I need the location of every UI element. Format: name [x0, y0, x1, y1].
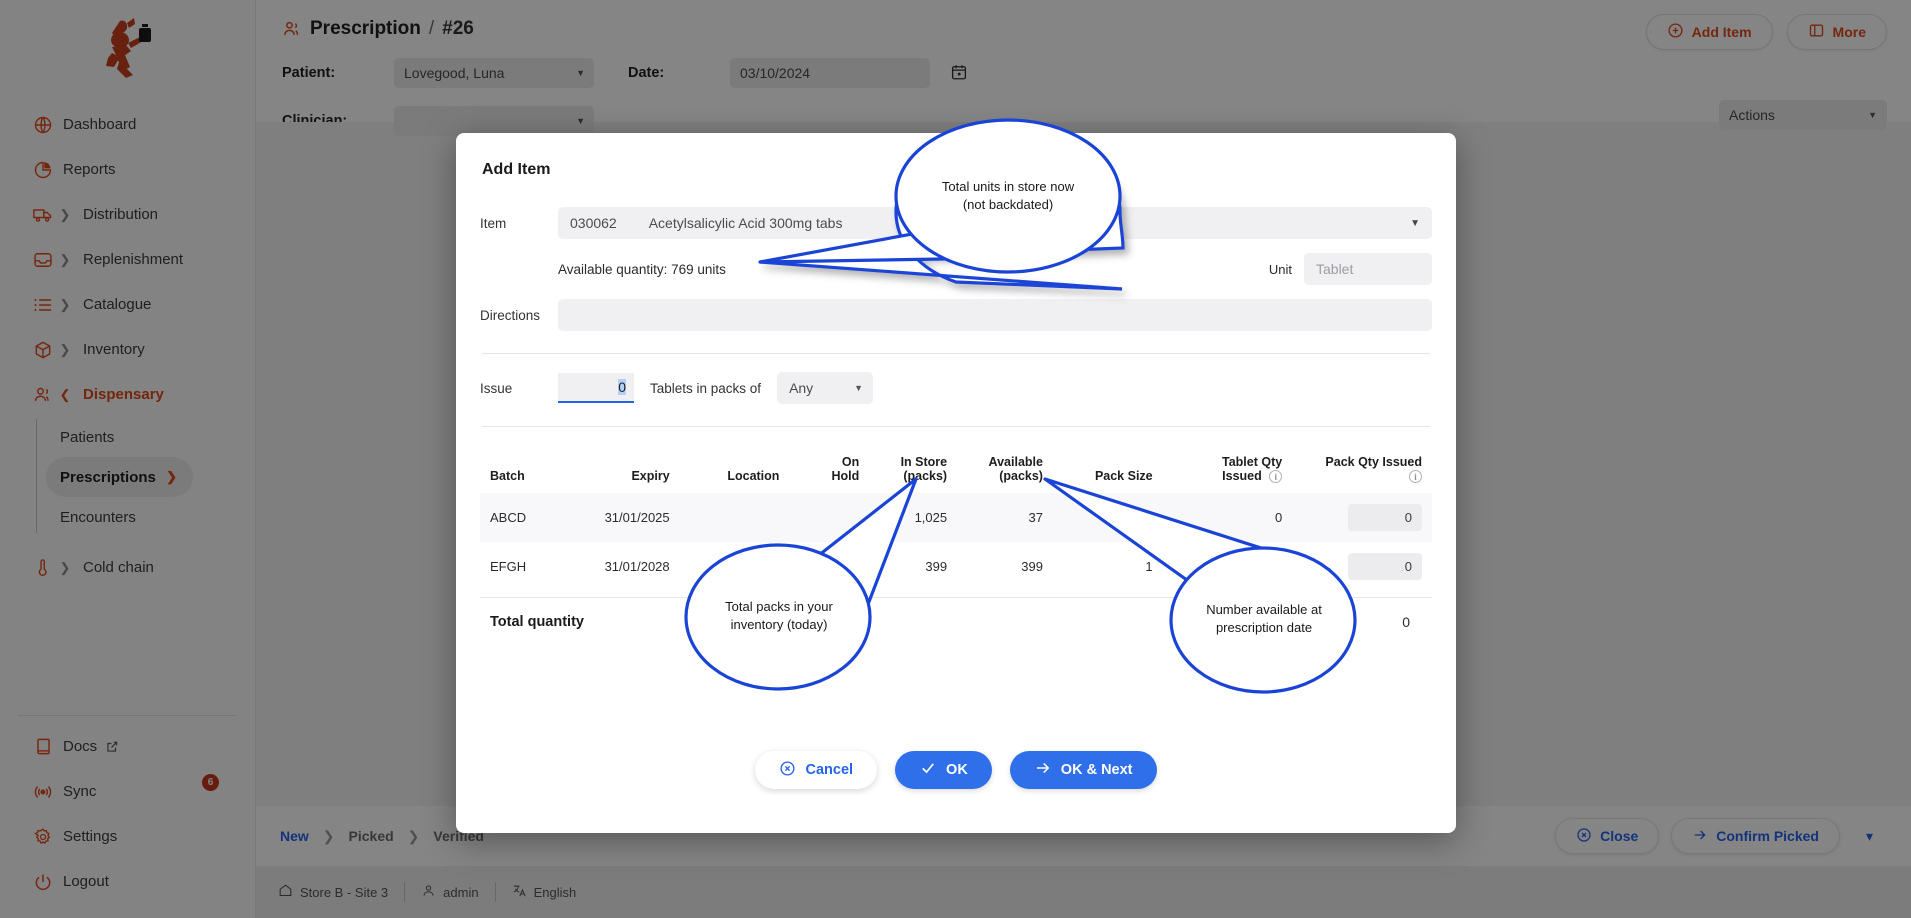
info-icon[interactable]: i [1409, 470, 1422, 483]
chevron-down-icon: ▼ [854, 383, 863, 393]
ok-next-label: OK & Next [1061, 762, 1133, 778]
total-quantity-row: Total quantity 0 [480, 614, 1432, 630]
table-row[interactable]: EFGH 31/01/2028 399 399 1 0 0 [480, 542, 1432, 591]
chevron-down-icon: ▼ [1410, 218, 1420, 229]
batch-table: Batch Expiry Location OnHold In Store(pa… [480, 451, 1432, 591]
total-quantity-value: 0 [1402, 614, 1422, 630]
cancel-label: Cancel [805, 762, 853, 778]
cell-in-store: 1,025 [869, 493, 957, 542]
dialog-title: Add Item [482, 161, 1430, 179]
app-root: Dashboard Reports ❯ Distrib [0, 0, 1911, 918]
cell-location [680, 493, 790, 542]
available-quantity-row: Available quantity: 769 units Unit Table… [480, 253, 1432, 285]
cell-pack-qty-issued: 0 [1292, 493, 1432, 542]
item-label: Item [480, 216, 558, 231]
cell-in-store: 399 [869, 542, 957, 591]
issue-row: Issue 0 Tablets in packs of Any ▼ [480, 372, 1432, 404]
cell-on-hold [789, 542, 869, 591]
issue-quantity-input[interactable]: 0 [558, 373, 634, 403]
col-available: Available(packs) [957, 451, 1053, 493]
batch-table-body: ABCD 31/01/2025 1,025 37 10 0 0 EFGH 31/… [480, 493, 1432, 591]
available-quantity-text: Available quantity: 769 units [558, 262, 726, 277]
cell-on-hold [789, 493, 869, 542]
pack-qty-input[interactable]: 0 [1348, 504, 1422, 531]
info-icon[interactable]: i [1269, 470, 1282, 483]
col-pack-qty-issued: Pack Qty Issuedi [1292, 451, 1432, 493]
col-pack-size: Pack Size [1053, 451, 1163, 493]
add-item-dialog: Add Item Item 030062 Acetylsalicylic Aci… [456, 133, 1456, 833]
table-row[interactable]: ABCD 31/01/2025 1,025 37 10 0 0 [480, 493, 1432, 542]
cell-tablet-qty-issued: 0 [1163, 542, 1293, 591]
total-divider [480, 597, 1432, 598]
total-quantity-label: Total quantity [490, 614, 584, 630]
col-tablet-qty-issued: Tablet QtyIssued i [1163, 451, 1293, 493]
cell-expiry: 31/01/2028 [562, 542, 680, 591]
divider [482, 426, 1430, 427]
batch-table-head: Batch Expiry Location OnHold In Store(pa… [480, 451, 1432, 493]
ok-next-button[interactable]: OK & Next [1010, 751, 1157, 789]
cell-location [680, 542, 790, 591]
check-icon [919, 759, 937, 781]
unit-label: Unit [1269, 262, 1304, 277]
issue-value: 0 [618, 379, 626, 395]
cell-expiry: 31/01/2025 [562, 493, 680, 542]
issue-packs-text: Tablets in packs of [650, 381, 761, 396]
item-name: Acetylsalicylic Acid 300mg tabs [649, 215, 843, 231]
col-on-hold: OnHold [789, 451, 869, 493]
cell-batch: ABCD [480, 493, 562, 542]
ok-label: OK [946, 762, 968, 778]
col-in-store: In Store(packs) [869, 451, 957, 493]
cell-pack-qty-issued: 0 [1292, 542, 1432, 591]
packs-of-select[interactable]: Any ▼ [777, 372, 873, 404]
arrow-right-icon [1034, 759, 1052, 781]
issue-label: Issue [480, 381, 558, 396]
directions-input[interactable] [558, 299, 1432, 331]
cancel-button[interactable]: Cancel [755, 751, 877, 789]
item-code: 030062 [570, 215, 617, 231]
table-header-row: Batch Expiry Location OnHold In Store(pa… [480, 451, 1432, 493]
item-select[interactable]: 030062 Acetylsalicylic Acid 300mg tabs ▼ [558, 207, 1432, 239]
item-row: Item 030062 Acetylsalicylic Acid 300mg t… [480, 207, 1432, 239]
unit-placeholder: Tablet [1316, 261, 1353, 277]
col-location: Location [680, 451, 790, 493]
cell-pack-size: 10 [1053, 493, 1163, 542]
cell-pack-size: 1 [1053, 542, 1163, 591]
pack-qty-input[interactable]: 0 [1348, 553, 1422, 580]
cell-tablet-qty-issued: 0 [1163, 493, 1293, 542]
ok-button[interactable]: OK [895, 751, 992, 789]
cell-batch: EFGH [480, 542, 562, 591]
directions-label: Directions [480, 308, 558, 323]
packs-of-value: Any [789, 380, 813, 396]
directions-row: Directions [480, 299, 1432, 331]
close-circle-icon [779, 760, 796, 781]
cell-available: 399 [957, 542, 1053, 591]
col-batch: Batch [480, 451, 562, 493]
dialog-buttons: Cancel OK OK & Next [456, 751, 1456, 789]
divider [482, 353, 1430, 354]
unit-input[interactable]: Tablet [1304, 253, 1432, 285]
col-expiry: Expiry [562, 451, 680, 493]
cell-available: 37 [957, 493, 1053, 542]
